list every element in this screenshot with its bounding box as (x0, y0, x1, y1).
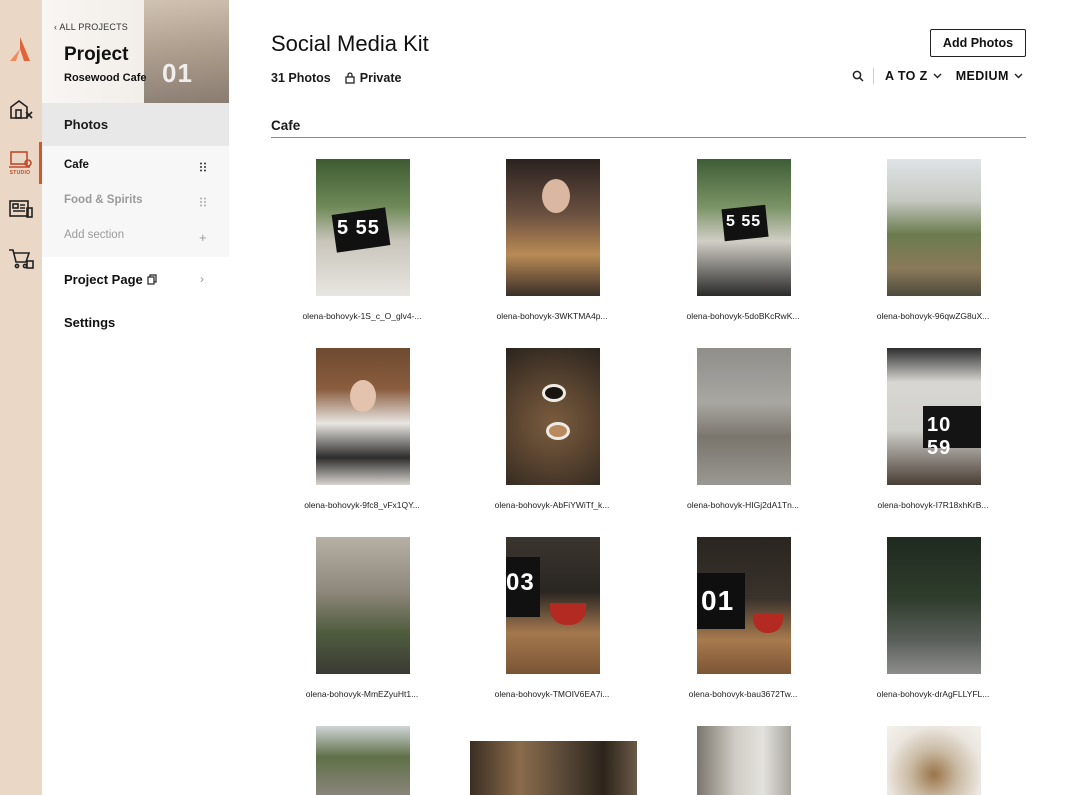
photo-overlay-text: 5 55 (337, 217, 380, 239)
sort-dropdown[interactable]: A TO Z (885, 69, 942, 83)
photo-caption: olena-bohovyk-MmEZyuHt1... (305, 689, 419, 699)
gallery-icon[interactable] (6, 196, 36, 222)
photo-caption: olena-bohovyk-96qwZG8uX... (876, 311, 990, 321)
privacy-label: Private (359, 71, 402, 85)
toolbar-divider (873, 68, 874, 84)
photo-overlay-text: 03 (506, 569, 535, 596)
chevron-right-icon: › (200, 272, 204, 286)
photo-thumbnail[interactable]: 10 59 (887, 348, 981, 485)
nav-photos[interactable]: Photos (42, 103, 229, 146)
chevron-down-icon (933, 73, 942, 79)
photo-thumbnail[interactable]: 5 55 (697, 159, 791, 296)
toolbar: A TO Z MEDIUM (852, 68, 1023, 84)
photo-count: 31 Photos (271, 71, 331, 85)
lock-icon (345, 72, 355, 84)
photo-overlay-text: 01 (701, 585, 735, 616)
plus-icon[interactable]: + (199, 230, 207, 245)
studio-label: STUDIO (9, 170, 31, 176)
project-meta: 31 Photos Private (271, 71, 401, 85)
photo-thumbnail[interactable] (697, 726, 791, 795)
coffee-cup (546, 422, 570, 440)
section-heading: Cafe (271, 118, 301, 133)
red-cup (753, 613, 783, 633)
cart-icon[interactable] (6, 246, 36, 272)
section-item-food-spirits[interactable]: Food & Spirits (64, 194, 143, 206)
photo-thumbnail[interactable] (316, 537, 410, 674)
portrait-face (350, 380, 376, 412)
photo-caption: olena-bohovyk-1S_c_O_glv4-... (302, 311, 422, 321)
project-sidebar: 01 ‹ ALL PROJECTS Project Rosewood Cafe … (42, 0, 229, 795)
red-cup (550, 603, 586, 625)
photo-caption: olena-bohovyk-bau3672Tw... (688, 689, 798, 699)
add-photos-button[interactable]: Add Photos (930, 29, 1026, 57)
nav-photos-label: Photos (64, 117, 109, 132)
photo-thumbnail[interactable] (506, 159, 600, 296)
section-item-cafe[interactable]: Cafe (64, 159, 89, 171)
add-section-button[interactable]: Add section (64, 229, 124, 241)
drag-handle-icon[interactable] (199, 197, 207, 207)
photo-thumbnail[interactable] (470, 741, 637, 795)
photo-caption: olena-bohovyk-drAgFLLYFL... (876, 689, 990, 699)
property-icon[interactable] (6, 96, 36, 122)
privacy-status[interactable]: Private (345, 71, 402, 85)
photo-thumbnail[interactable]: 03 (506, 537, 600, 674)
photo-thumbnail[interactable] (887, 537, 981, 674)
photo-caption: olena-bohovyk-HIGj2dA1Tn... (687, 500, 799, 510)
project-page-link[interactable]: Project Page (64, 272, 157, 287)
photo-caption: olena-bohovyk-AbFiYWiTf_k... (494, 500, 610, 510)
project-page-label: Project Page (64, 272, 143, 287)
portrait-face (542, 179, 570, 213)
coffee-cup (542, 384, 566, 402)
photo-thumbnail[interactable] (316, 348, 410, 485)
all-projects-link[interactable]: ‹ ALL PROJECTS (54, 22, 128, 32)
settings-link[interactable]: Settings (64, 315, 115, 330)
chevron-down-icon (1014, 73, 1023, 79)
cover-number: 01 (162, 58, 193, 88)
project-name: Rosewood Cafe (64, 72, 147, 84)
photo-caption: olena-bohovyk-3WKTMA4p... (496, 311, 608, 321)
photo-thumbnail[interactable] (697, 348, 791, 485)
photo-caption: olena-bohovyk-I7R18xhKrB... (877, 500, 989, 510)
search-icon[interactable] (852, 70, 864, 82)
photo-thumbnail[interactable]: 01 (697, 537, 791, 674)
photo-thumbnail[interactable] (887, 159, 981, 296)
page-title: Social Media Kit (271, 31, 429, 56)
drag-handle-icon[interactable] (199, 162, 207, 172)
photo-thumbnail[interactable]: 5 55 (316, 159, 410, 296)
app-rail: STUDIO (0, 0, 42, 795)
photo-caption: olena-bohovyk-9fc8_vFx1QY... (304, 500, 420, 510)
section-divider (271, 137, 1026, 138)
project-header: 01 ‹ ALL PROJECTS Project Rosewood Cafe (42, 0, 229, 103)
photo-thumbnail[interactable] (316, 726, 410, 795)
sidebar-lower (42, 257, 229, 795)
photo-overlay-text: 5 55 (726, 213, 762, 230)
photo-thumbnail[interactable] (887, 726, 981, 795)
photo-overlay-text: 10 59 (927, 414, 952, 459)
copy-icon (147, 274, 157, 285)
sort-label: A TO Z (885, 69, 928, 83)
size-label: MEDIUM (955, 69, 1009, 83)
photo-caption: olena-bohovyk-TMOIV6EA7i... (494, 689, 610, 699)
project-label: Project (64, 44, 129, 65)
photo-caption: olena-bohovyk-5doBKcRwK... (686, 311, 800, 321)
photo-thumbnail[interactable] (506, 348, 600, 485)
brand-logo[interactable] (9, 36, 31, 62)
size-dropdown[interactable]: MEDIUM (956, 69, 1023, 83)
